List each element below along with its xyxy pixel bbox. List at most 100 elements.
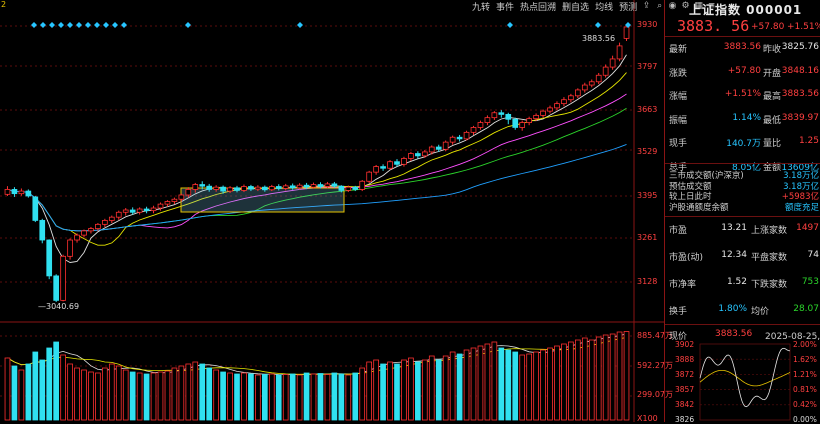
- volume-bar: [359, 367, 366, 421]
- volume-bar: [540, 349, 546, 421]
- candle: [533, 114, 539, 120]
- quote-panel: 上证指数 000001 3883. 56 +57.80 +1.51% 最新 388…: [664, 0, 820, 424]
- events-button[interactable]: 事件: [494, 0, 516, 13]
- candle: [206, 185, 213, 190]
- moving-average-button[interactable]: 均线: [593, 0, 615, 13]
- candle: [331, 183, 338, 187]
- volume-bar: [366, 361, 373, 421]
- candle: [366, 171, 373, 182]
- volume-bar: [421, 359, 428, 421]
- quote-value: 3839.97: [781, 112, 819, 123]
- candle: [95, 223, 101, 229]
- candle: [255, 186, 261, 190]
- candle: [136, 208, 143, 213]
- candle: [248, 186, 254, 190]
- candle: [234, 187, 240, 191]
- quote-label: 涨跌: [669, 68, 688, 79]
- candle: [53, 275, 60, 301]
- volume-bar: [129, 371, 136, 421]
- candle: [428, 146, 435, 153]
- volume-bar: [67, 363, 73, 421]
- share-icon[interactable]: ⇪: [641, 1, 652, 11]
- candle: [554, 103, 560, 109]
- quote-value: 140.7万: [726, 139, 761, 149]
- price-axis-tick: 3663: [637, 105, 658, 114]
- stat-label: 市盈(动): [669, 253, 704, 263]
- volume-bar: [143, 373, 150, 421]
- turnover-value: 额度充足: [784, 202, 819, 213]
- price-axis-tick: 3261: [637, 233, 658, 242]
- candle: [303, 184, 310, 188]
- volume-bar: [463, 349, 470, 421]
- candle: [588, 81, 595, 86]
- volume-bar: [164, 370, 171, 421]
- candle: [581, 84, 588, 91]
- candle: [359, 180, 366, 190]
- candle: [102, 220, 108, 225]
- candle: [108, 216, 115, 221]
- volume-bar: [568, 341, 574, 421]
- candle: [129, 209, 136, 213]
- volume-bar: [449, 351, 456, 421]
- candle: [456, 136, 463, 140]
- candle: [415, 153, 421, 157]
- forecast-button[interactable]: 预测: [617, 0, 639, 13]
- volume-bar: [32, 351, 39, 421]
- volume-bar: [456, 353, 463, 421]
- volume-bar: [192, 361, 199, 421]
- candle: [463, 131, 470, 140]
- candle: [192, 184, 199, 190]
- mini-left-tick: 3826: [675, 415, 695, 424]
- volume-bar: [268, 373, 275, 421]
- candle: [519, 122, 526, 128]
- candle: [46, 239, 53, 277]
- quote-value: 3848.16: [781, 65, 819, 76]
- stat-value: 1.52: [726, 277, 747, 287]
- mini-right-tick: 0.00%: [793, 415, 817, 424]
- candle: [449, 136, 456, 143]
- volume-bar: [171, 367, 178, 421]
- quote-label: 涨幅: [669, 92, 688, 102]
- remove-watchlist-button[interactable]: 删自选: [560, 0, 591, 13]
- stat-label: 平盘家数: [751, 253, 788, 263]
- mini-right-tick: 2.00%: [793, 340, 817, 349]
- price-axis-tick: 3128: [637, 277, 658, 286]
- volume-bar: [401, 359, 407, 421]
- stat-label: 市净率: [669, 280, 697, 290]
- volume-bar: [387, 361, 393, 421]
- volume-bar: [220, 371, 226, 421]
- mini-left-tick: 3888: [675, 355, 695, 364]
- volume-bar: [588, 339, 595, 421]
- candle: [442, 141, 449, 150]
- price-change-pct: +1.51%: [787, 22, 820, 32]
- volume-bar: [303, 372, 310, 421]
- candle: [345, 186, 352, 191]
- volume-bar: [150, 372, 157, 421]
- candle: [602, 66, 609, 76]
- volume-bar: [261, 374, 268, 421]
- candle: [296, 184, 303, 189]
- candle: [561, 99, 567, 105]
- hotspot-review-button[interactable]: 热点回溯: [518, 0, 558, 13]
- volume-bar: [122, 369, 129, 421]
- stat-value: 74: [807, 250, 819, 260]
- low-price-label: —3040.69: [38, 302, 80, 311]
- candle: [39, 220, 46, 241]
- mini-chart-price: 3883.56: [715, 329, 753, 339]
- volume-bar: [561, 343, 567, 421]
- quote-label: 振幅: [669, 115, 688, 126]
- volume-bar: [46, 347, 53, 421]
- volume-bar: [178, 365, 185, 421]
- divider: [665, 216, 820, 217]
- jiuzhuan-button[interactable]: 九转: [470, 0, 492, 13]
- volume-bar: [581, 337, 588, 421]
- consolidation-box: [180, 187, 345, 213]
- stat-label: 均价: [751, 307, 770, 317]
- volume-bar: [248, 373, 254, 421]
- volume-bar: [88, 371, 94, 421]
- volume-bar: [547, 347, 553, 421]
- volume-bar: [206, 367, 213, 421]
- stat-value: 753: [801, 277, 819, 287]
- volume-bar: [18, 369, 25, 421]
- candle: [568, 95, 574, 101]
